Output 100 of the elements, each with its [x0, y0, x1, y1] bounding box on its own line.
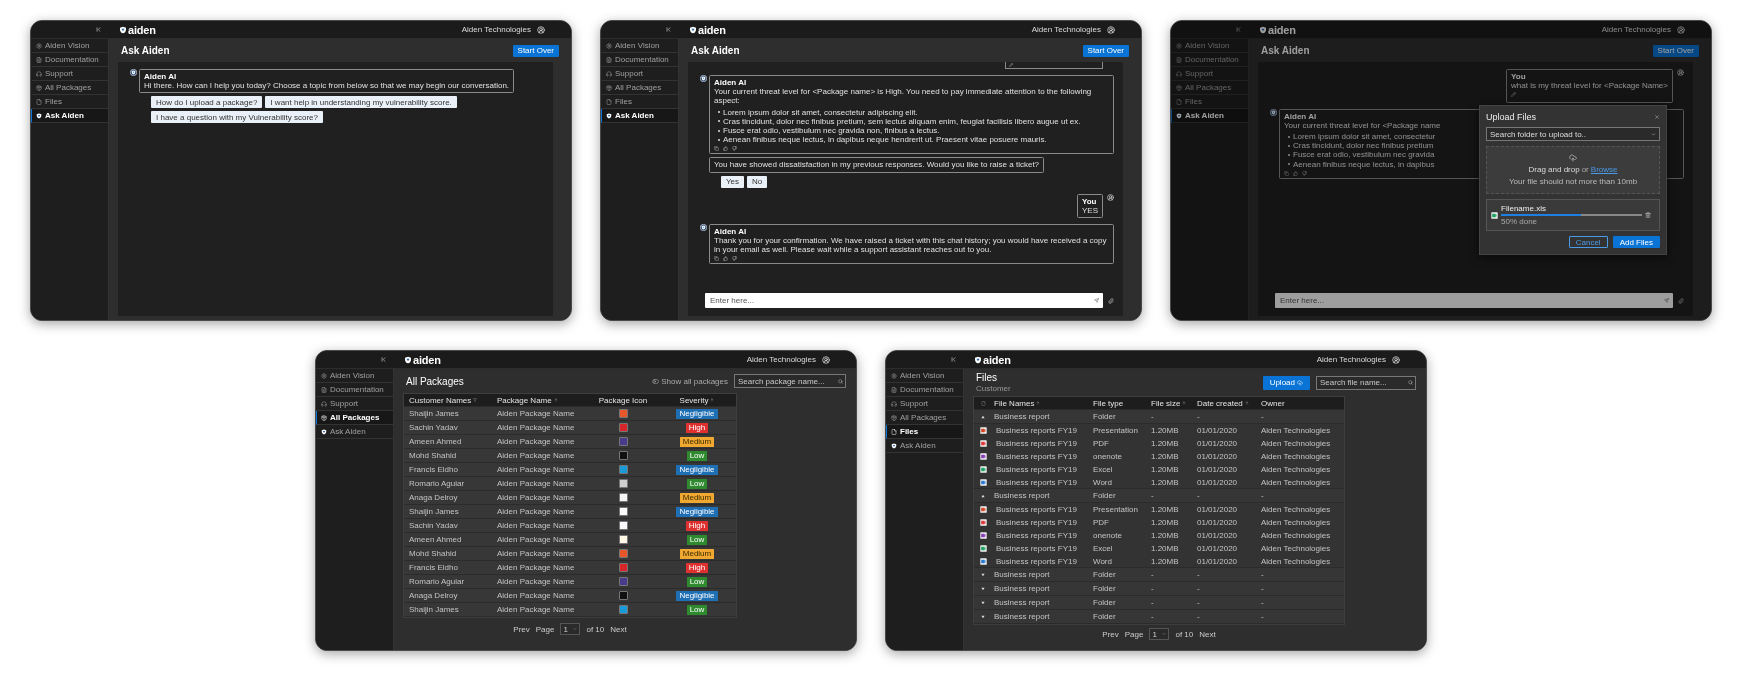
folder-select[interactable]: Search folder to upload to.. [1486, 127, 1660, 141]
sidebar-item[interactable]: Ask Aiden [316, 425, 393, 439]
search-field[interactable]: Search package name... [734, 374, 846, 388]
search-icon[interactable] [838, 378, 843, 384]
caret-icon[interactable] [981, 600, 985, 605]
table-cell-text: 01/01/2020 [1196, 477, 1239, 487]
sidebar-item[interactable]: Documentation [886, 383, 963, 397]
thumbs-up-icon[interactable] [723, 256, 728, 262]
sidebar-item[interactable]: Files [886, 425, 963, 439]
thumbs-up-icon[interactable] [1293, 170, 1298, 176]
start-over-button[interactable]: Start Over [512, 44, 559, 57]
suggestion-button[interactable]: No [747, 175, 768, 188]
caret-icon[interactable] [981, 572, 985, 577]
table-cell-text: - [1260, 412, 1265, 421]
sidebar-item[interactable]: Documentation [316, 383, 393, 397]
copy-icon[interactable] [714, 146, 719, 152]
avatar-icon[interactable] [822, 355, 830, 364]
sidebar-item[interactable]: Aiden Vision [886, 369, 963, 383]
thumbs-down-icon[interactable] [732, 256, 737, 262]
message-input[interactable]: Enter here... [1275, 293, 1673, 308]
column-header[interactable]: Package Icon [588, 395, 658, 405]
column-header[interactable]: File type [1090, 398, 1148, 408]
sidebar-item[interactable]: Aiden Vision [601, 39, 678, 53]
sidebar-item[interactable]: Support [31, 67, 108, 81]
next-link[interactable]: Next [1199, 629, 1216, 639]
start-over-button[interactable]: Start Over [1652, 44, 1699, 57]
column-header[interactable]: Package Name [492, 395, 588, 405]
attach-icon[interactable] [1678, 297, 1684, 304]
pencil-icon[interactable] [1511, 92, 1517, 98]
start-over-button[interactable]: Start Over [1082, 44, 1129, 57]
thumbs-down-icon[interactable] [1302, 170, 1307, 176]
prev-link[interactable]: Prev [513, 624, 530, 634]
sidebar-item[interactable]: Aiden Vision [31, 39, 108, 53]
column-header[interactable]: Customer Names [404, 395, 492, 405]
column-header[interactable]: Severity [658, 395, 736, 405]
suggestion-button[interactable]: Yes [721, 175, 745, 188]
avatar-icon[interactable] [1392, 355, 1400, 364]
collapse-icon[interactable] [380, 356, 387, 363]
column-header[interactable]: Date created [1194, 398, 1258, 408]
pencil-icon[interactable] [1009, 63, 1013, 67]
sidebar-item[interactable]: Ask Aiden [1171, 109, 1248, 123]
table-cell-text: - [1150, 570, 1155, 579]
thumbs-down-icon[interactable] [732, 146, 737, 152]
caret-icon[interactable] [981, 493, 985, 498]
filter-icon[interactable] [473, 398, 478, 402]
caret-icon[interactable] [981, 614, 985, 619]
add-files-button[interactable]: Add Files [1612, 236, 1660, 248]
sidebar-item[interactable]: All Packages [601, 81, 678, 95]
sidebar-item[interactable]: Ask Aiden [601, 109, 678, 123]
sidebar-item[interactable]: Documentation [31, 53, 108, 67]
sidebar-item[interactable]: Ask Aiden [886, 439, 963, 453]
page-select[interactable]: 1 [560, 623, 581, 635]
sidebar-item[interactable]: Documentation [601, 53, 678, 67]
headset-icon [606, 70, 612, 77]
table-cell-text: - [1196, 612, 1201, 621]
suggestion-button[interactable]: How do I upload a package? [151, 96, 263, 109]
caret-icon[interactable] [981, 414, 985, 419]
send-icon[interactable] [1664, 298, 1669, 303]
sidebar-item[interactable]: Support [886, 397, 963, 411]
thumbs-up-icon[interactable] [723, 146, 728, 152]
toggle-switch[interactable] [652, 377, 660, 385]
search-icon[interactable] [1408, 380, 1413, 385]
document-icon[interactable] [980, 400, 986, 406]
sidebar-item[interactable]: Aiden Vision [316, 369, 393, 383]
sidebar-item[interactable]: All Packages [31, 81, 108, 95]
upload-button[interactable]: Upload [1262, 375, 1310, 390]
avatar-icon[interactable] [537, 25, 545, 34]
collapse-icon[interactable] [1235, 26, 1242, 33]
sidebar-item[interactable]: Ask Aiden [31, 109, 108, 123]
close-icon[interactable] [1654, 114, 1660, 120]
copy-icon[interactable] [714, 256, 719, 262]
severity-badge: High [685, 562, 709, 573]
avatar-icon[interactable] [1107, 25, 1115, 34]
collapse-icon[interactable] [950, 356, 957, 363]
copy-icon[interactable] [1284, 170, 1289, 176]
column-header[interactable]: File Names [992, 398, 1090, 408]
caret-icon[interactable] [981, 586, 985, 591]
next-link[interactable]: Next [610, 624, 627, 634]
sidebar-item[interactable]: All Packages [316, 411, 393, 425]
sidebar-item[interactable]: Support [601, 67, 678, 81]
user-name: Aiden Technologies [1316, 355, 1386, 364]
avatar-icon[interactable] [1677, 25, 1685, 34]
trash-icon[interactable] [1645, 212, 1651, 218]
suggestion-button[interactable]: I have a question with my Vulnerability score? [151, 111, 323, 124]
page-select[interactable]: 1 [1149, 628, 1170, 640]
suggestion-button[interactable]: I want help in understanding my vulnerability score. [265, 96, 457, 109]
prev-link[interactable]: Prev [1102, 629, 1119, 639]
browse-link[interactable]: Browse [1590, 165, 1618, 174]
collapse-icon[interactable] [665, 26, 672, 33]
attach-icon[interactable] [1108, 297, 1114, 304]
table-cell-text: 01/01/2020 [1196, 452, 1239, 461]
table-cell-text: Aiden Package Name [496, 521, 576, 530]
drop-zone[interactable]: Drag and drop or Browse Your file should not more than 10mb [1486, 146, 1660, 194]
send-icon[interactable] [1094, 298, 1099, 303]
cancel-button[interactable]: Cancel [1568, 236, 1608, 248]
column-header[interactable]: Owner [1258, 398, 1344, 408]
message-input[interactable]: Enter here... [705, 293, 1103, 308]
collapse-icon[interactable] [95, 26, 102, 33]
search-field[interactable]: Search file name... [1316, 375, 1416, 390]
column-header[interactable]: File size [1148, 398, 1194, 408]
